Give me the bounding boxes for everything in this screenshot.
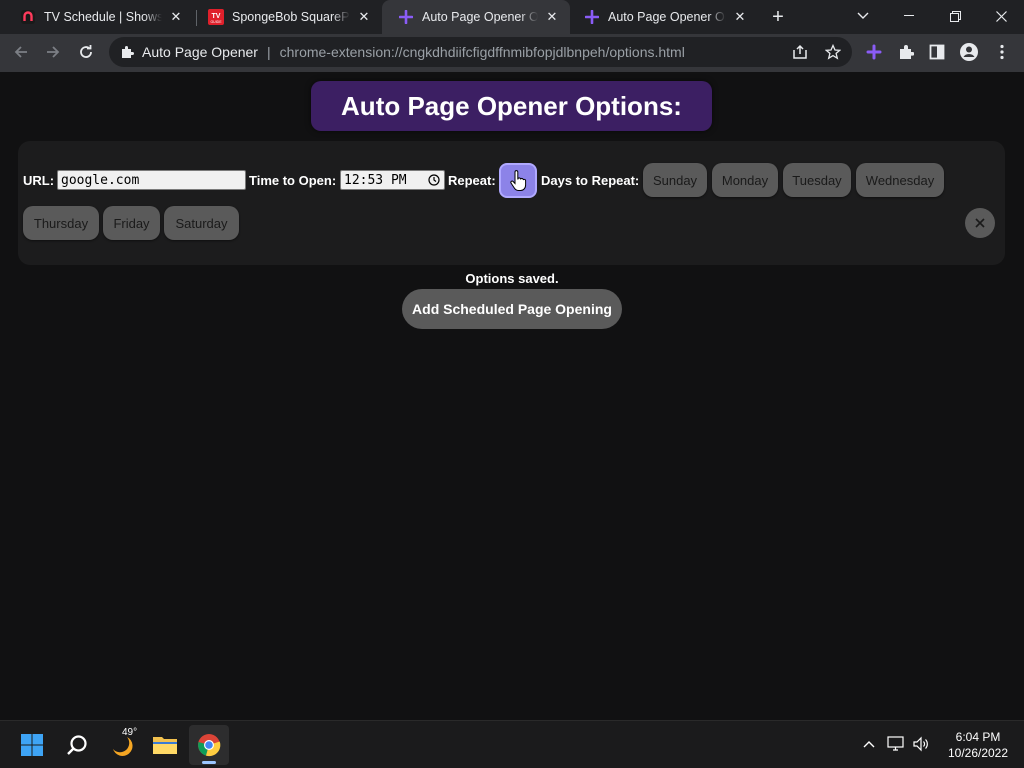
search-icon bbox=[67, 735, 87, 755]
close-icon[interactable]: ✕ bbox=[544, 9, 560, 25]
svg-text:GUIDE: GUIDE bbox=[210, 20, 222, 24]
clock-date: 10/26/2022 bbox=[947, 746, 1009, 760]
clock-icon[interactable] bbox=[428, 174, 440, 186]
tab-title: SpongeBob SquarePants bbox=[232, 10, 350, 24]
minimize-button[interactable] bbox=[886, 0, 932, 32]
restore-button[interactable] bbox=[932, 0, 978, 32]
address-bar[interactable]: Auto Page Opener | chrome-extension://cn… bbox=[109, 37, 852, 67]
tab-title: Auto Page Opener Options bbox=[422, 10, 538, 24]
taskbar-clock[interactable]: 6:04 PM 10/26/2022 bbox=[938, 729, 1018, 761]
close-icon[interactable]: ✕ bbox=[168, 9, 184, 25]
window-close-button[interactable] bbox=[978, 0, 1024, 32]
windows-taskbar: 49° 6:04 PM 10/26/2022 bbox=[0, 720, 1024, 768]
file-explorer-button[interactable] bbox=[145, 725, 185, 765]
side-panel-icon[interactable] bbox=[922, 37, 952, 67]
peacock-icon bbox=[20, 9, 36, 25]
tv-guide-icon: TV GUIDE bbox=[208, 9, 224, 25]
schedule-entry-panel: URL: google.com Time to Open: 12:53 PM R… bbox=[18, 141, 1005, 265]
status-message: Options saved. bbox=[465, 271, 559, 286]
extension-plus-icon[interactable] bbox=[859, 37, 889, 67]
tab-auto-page-opener[interactable]: Auto Page Opener Options ✕ bbox=[568, 0, 758, 34]
tab-strip: TV Schedule | Shows | Movies ✕ TVGUIDE S… bbox=[0, 0, 1024, 34]
extensions-puzzle-icon[interactable] bbox=[891, 37, 921, 67]
repeat-label: Repeat: bbox=[448, 173, 496, 188]
options-page: Auto Page Opener Options: URL: google.co… bbox=[0, 72, 1024, 720]
day-wednesday-button[interactable]: Wednesday bbox=[856, 163, 944, 197]
chevron-down-icon bbox=[857, 12, 869, 19]
plus-icon bbox=[398, 9, 414, 25]
hand-pointer-icon bbox=[510, 169, 527, 191]
day-tuesday-button[interactable]: Tuesday bbox=[783, 163, 851, 197]
network-icon[interactable] bbox=[885, 733, 907, 755]
start-button[interactable] bbox=[12, 725, 52, 765]
share-icon[interactable] bbox=[792, 44, 808, 60]
menu-kebab-icon[interactable] bbox=[987, 37, 1017, 67]
close-icon[interactable]: ✕ bbox=[732, 9, 748, 25]
forward-button[interactable] bbox=[38, 37, 68, 67]
close-icon bbox=[975, 218, 985, 228]
clock-time: 6:04 PM bbox=[955, 730, 1001, 744]
svg-text:TV: TV bbox=[212, 13, 221, 20]
active-indicator bbox=[202, 761, 216, 764]
show-hidden-icons-button[interactable] bbox=[858, 733, 880, 755]
chrome-taskbar-button[interactable] bbox=[189, 725, 229, 765]
reload-button[interactable] bbox=[71, 37, 101, 67]
chevron-up-icon bbox=[863, 741, 875, 748]
omnibox-divider: | bbox=[266, 44, 271, 60]
weather-temp: 49° bbox=[122, 727, 138, 738]
tab-spongebob[interactable]: TVGUIDE SpongeBob SquarePants ✕ bbox=[192, 0, 382, 34]
star-icon[interactable] bbox=[825, 44, 841, 60]
search-button[interactable] bbox=[57, 725, 97, 765]
tab-auto-page-opener-active[interactable]: Auto Page Opener Options ✕ bbox=[382, 0, 570, 34]
site-chip-label: Auto Page Opener bbox=[142, 44, 258, 60]
tab-tv-schedule[interactable]: TV Schedule | Shows | Movies ✕ bbox=[4, 0, 194, 34]
time-input[interactable]: 12:53 PM bbox=[340, 170, 445, 190]
reload-icon bbox=[80, 45, 92, 58]
tab-search-button[interactable] bbox=[840, 0, 886, 32]
day-monday-button[interactable]: Monday bbox=[712, 163, 778, 197]
back-button[interactable] bbox=[6, 37, 36, 67]
arrow-right-icon bbox=[47, 46, 60, 58]
tab-title: Auto Page Opener Options bbox=[608, 10, 726, 24]
day-sunday-button[interactable]: Sunday bbox=[643, 163, 707, 197]
time-value: 12:53 PM bbox=[344, 172, 407, 188]
arrow-left-icon bbox=[14, 46, 27, 58]
chrome-icon bbox=[198, 734, 221, 757]
day-friday-button[interactable]: Friday bbox=[103, 206, 160, 240]
days-label: Days to Repeat: bbox=[541, 173, 640, 188]
repeat-toggle[interactable] bbox=[499, 163, 537, 198]
close-icon[interactable]: ✕ bbox=[356, 9, 372, 25]
profile-avatar-icon[interactable] bbox=[954, 37, 984, 67]
browser-toolbar: Auto Page Opener | chrome-extension://cn… bbox=[0, 34, 1024, 72]
page-title: Auto Page Opener Options: bbox=[311, 81, 712, 131]
day-saturday-button[interactable]: Saturday bbox=[164, 206, 239, 240]
plus-icon bbox=[584, 9, 600, 25]
windows-logo-icon bbox=[21, 734, 43, 756]
url-label: URL: bbox=[23, 173, 55, 188]
folder-icon bbox=[153, 737, 177, 754]
tab-title: TV Schedule | Shows | Movies bbox=[44, 10, 162, 24]
remove-entry-button[interactable] bbox=[965, 208, 995, 238]
new-tab-button[interactable]: + bbox=[766, 5, 790, 29]
add-scheduled-opening-button[interactable]: Add Scheduled Page Opening bbox=[402, 289, 622, 329]
volume-icon[interactable] bbox=[910, 733, 932, 755]
day-thursday-button[interactable]: Thursday bbox=[23, 206, 99, 240]
puzzle-icon bbox=[120, 45, 134, 59]
weather-widget[interactable]: 49° bbox=[102, 725, 142, 765]
time-label: Time to Open: bbox=[249, 173, 337, 188]
url-input[interactable]: google.com bbox=[57, 170, 246, 190]
url-text: chrome-extension://cngkdhdiifcfigdffnmib… bbox=[279, 44, 685, 60]
